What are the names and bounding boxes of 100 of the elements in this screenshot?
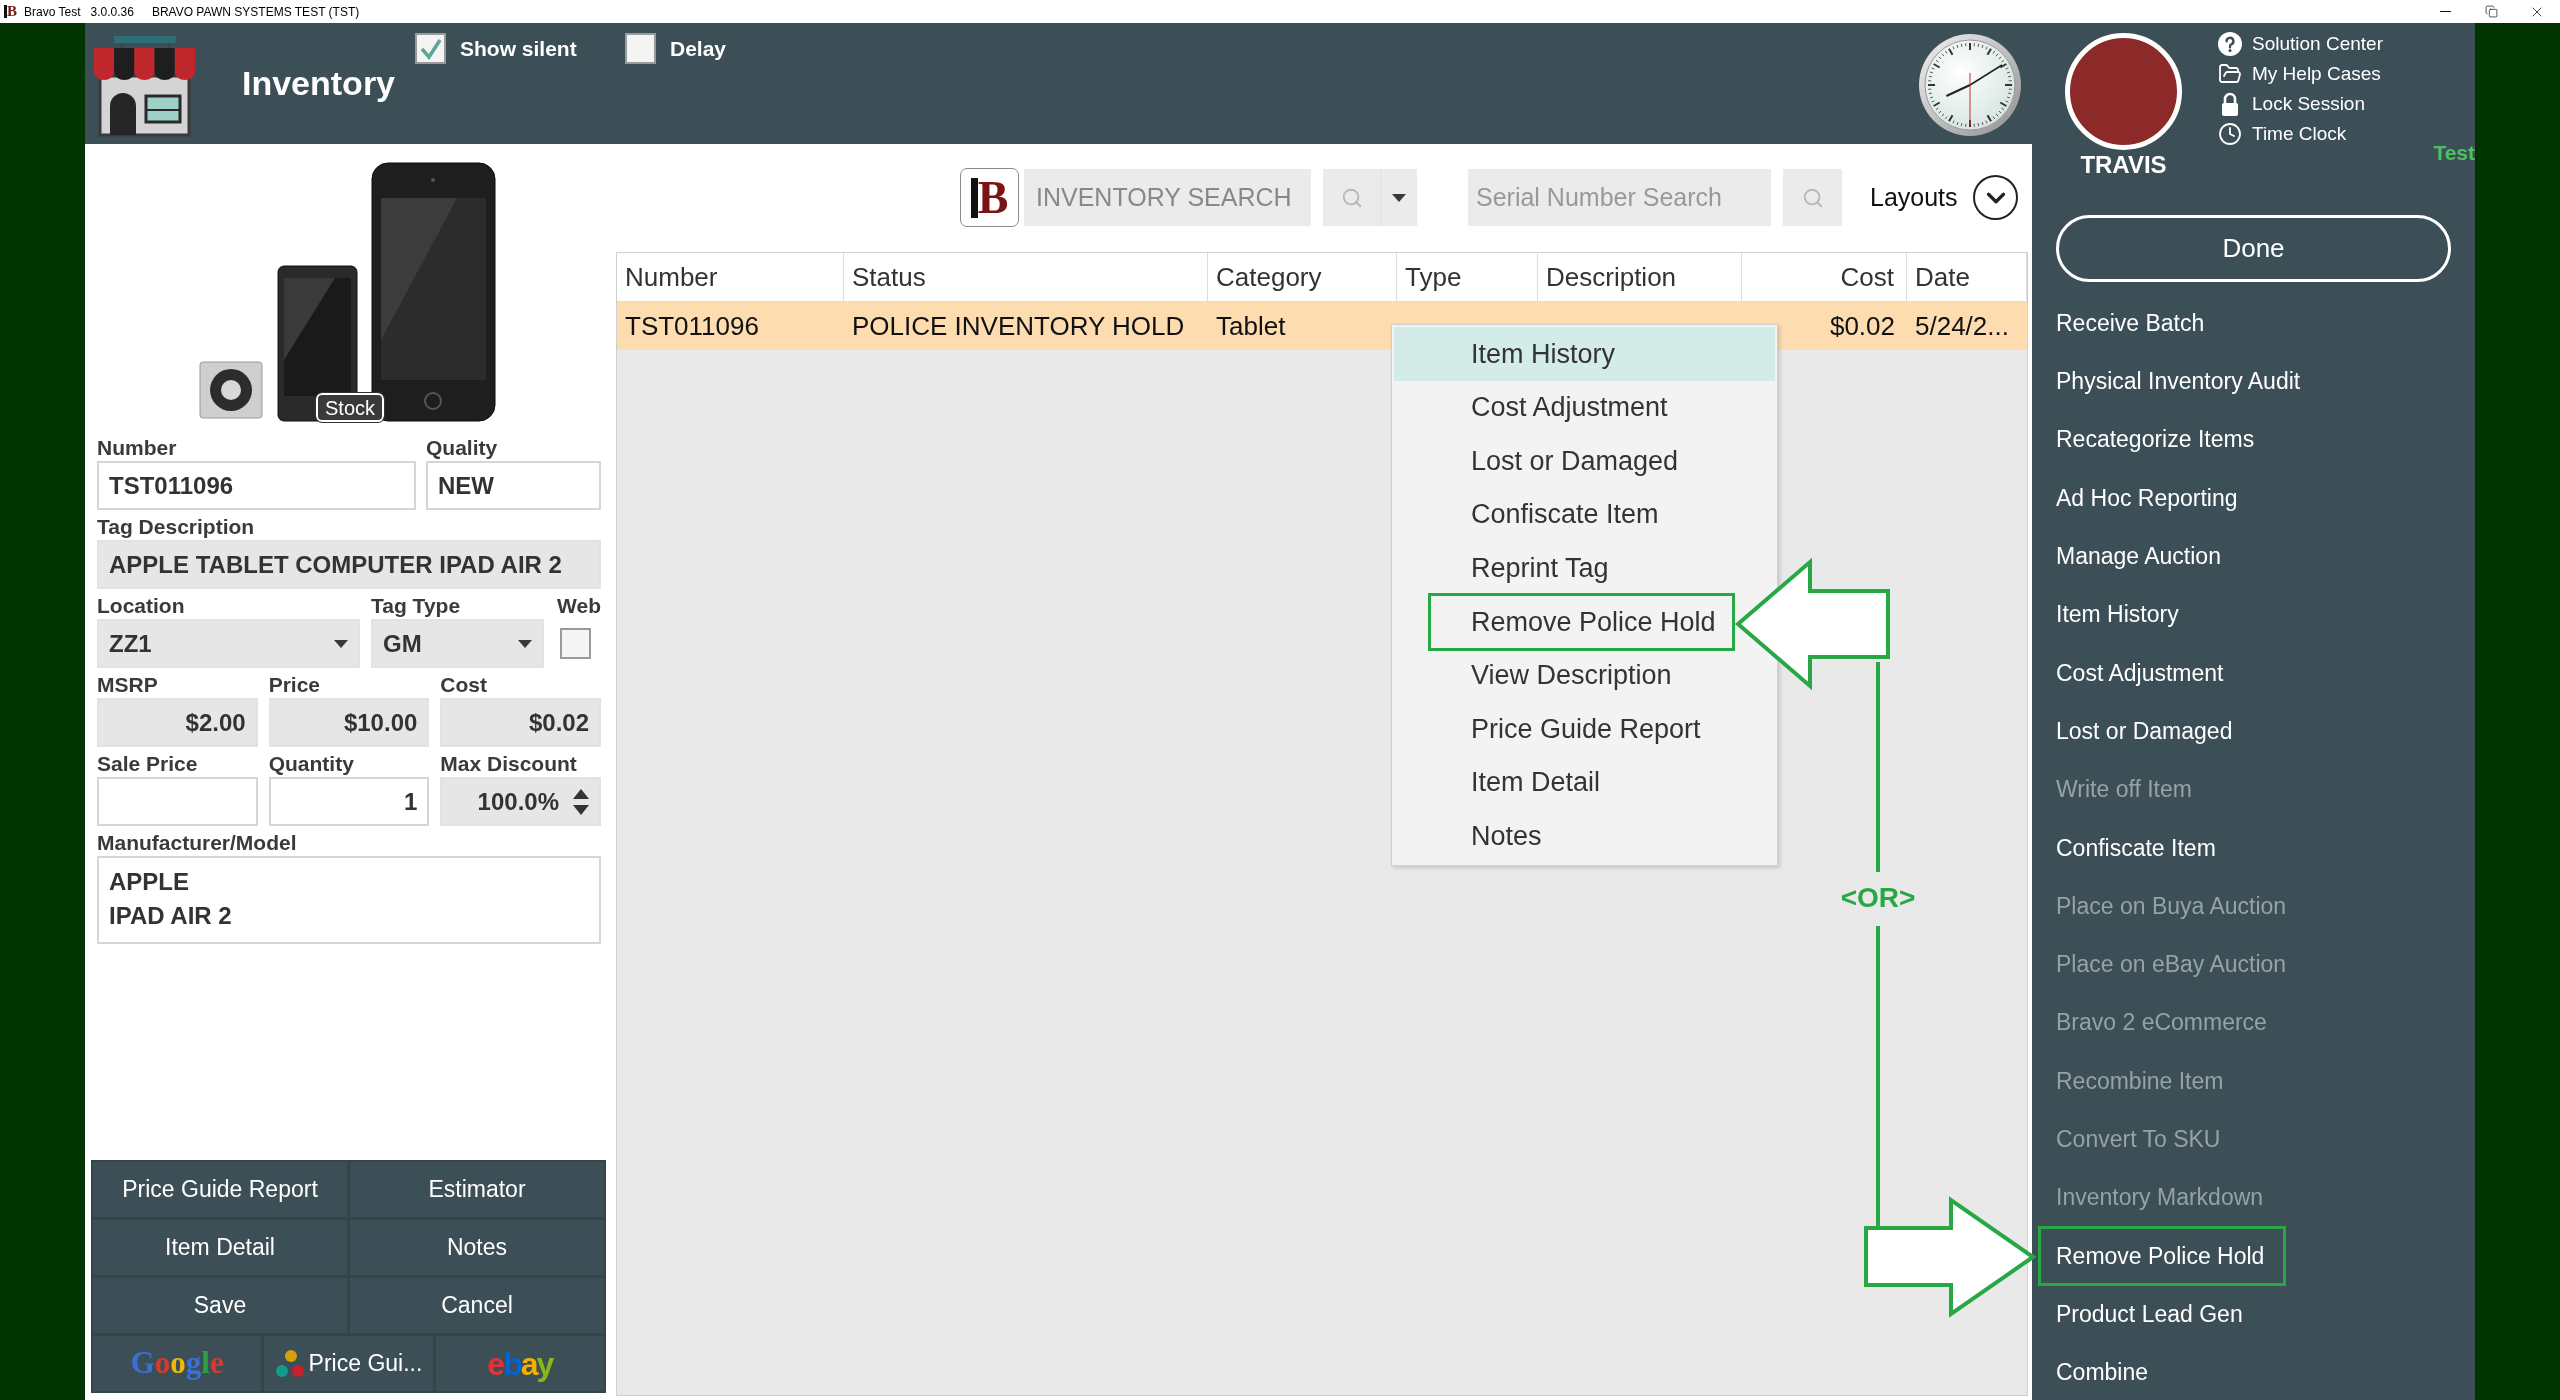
menu-item[interactable]: View Description <box>1394 648 1775 703</box>
minimize-icon <box>2439 11 2451 12</box>
field-label: Quantity <box>268 751 354 777</box>
sidebar-item[interactable]: Item History <box>2032 585 2475 644</box>
sidebar-item[interactable]: Ad Hoc Reporting <box>2032 468 2475 528</box>
sidebar-item[interactable]: Physical Inventory Audit <box>2032 352 2475 411</box>
menu-item[interactable]: Notes <box>1394 809 1775 863</box>
sidebar-item[interactable]: Recategorize Items <box>2032 410 2475 469</box>
menu-item[interactable]: Cost Adjustment <box>1394 380 1775 435</box>
text-area[interactable]: APPLE IPAD AIR 2 <box>97 856 601 944</box>
table-cell-text: POLICE INVENTORY HOLD <box>851 309 1186 343</box>
field-label: Tag Type <box>371 593 461 619</box>
app-logo: B <box>4 3 17 20</box>
action-button[interactable]: Cancel <box>350 1278 604 1333</box>
sidebar-item[interactable]: Product Lead Gen <box>2032 1285 2475 1344</box>
environment-label: Test <box>2433 141 2475 165</box>
help-link[interactable]: My Help Cases <box>2218 59 2383 89</box>
menu-item[interactable]: Price Guide Report <box>1394 702 1775 756</box>
app-name: Bravo Test <box>24 3 81 21</box>
search-icon <box>1801 186 1824 209</box>
menu-item[interactable]: Remove Police Hold <box>1394 594 1735 649</box>
text-field[interactable]: TST011096 <box>97 461 416 510</box>
column-header[interactable]: Type <box>1397 253 1538 301</box>
sidebar-item[interactable]: Remove Police Hold <box>2032 1226 2475 1286</box>
number-spinner-field[interactable]: 100.0% <box>440 777 601 826</box>
action-button[interactable]: Price Guide Report <box>93 1162 347 1217</box>
text-field[interactable]: $10.00 <box>268 698 430 747</box>
caret-down-icon <box>518 639 532 648</box>
sidebar-item[interactable]: Cost Adjustment <box>2032 643 2475 703</box>
clock-icon <box>2218 122 2242 146</box>
search-field[interactable]: Serial Number Search <box>1468 169 1771 226</box>
column-header[interactable]: Number <box>617 253 844 301</box>
checkbox-label: Delay <box>670 35 727 62</box>
text-field[interactable]: NEW <box>426 461 601 510</box>
caret-down-icon <box>334 639 348 648</box>
table-cell-text: 5/24/2... <box>1914 309 2010 343</box>
menu-item[interactable]: Reprint Tag <box>1394 541 1775 595</box>
column-header[interactable]: Date <box>1907 253 2027 301</box>
field-label: Manufacturer/Model <box>97 830 297 856</box>
app-version: 3.0.0.36 <box>90 3 134 21</box>
search-field[interactable]: INVENTORY SEARCH <box>1024 169 1311 226</box>
stock-badge: Stock <box>316 393 385 422</box>
field-label: Quality <box>426 435 498 461</box>
search-button[interactable] <box>1783 169 1842 226</box>
menu-item[interactable]: Item History <box>1394 327 1775 381</box>
menu-item[interactable]: Confiscate Item <box>1394 487 1775 542</box>
checkmark-icon <box>418 36 443 61</box>
menu-item[interactable]: Item Detail <box>1394 755 1775 810</box>
field-label: Max Discount <box>440 751 577 777</box>
sidebar-item[interactable]: Confiscate Item <box>2032 818 2475 877</box>
checkbox[interactable] <box>415 33 446 64</box>
system-name: BRAVO PAWN SYSTEMS TEST (TST) <box>151 3 360 21</box>
layouts-label: Layouts <box>1870 181 1958 213</box>
price-guide-button[interactable]: Price Gui... <box>264 1336 433 1391</box>
done-button[interactable]: Done <box>2056 215 2451 282</box>
checkbox[interactable] <box>625 33 656 64</box>
text-field[interactable]: $2.00 <box>97 698 258 747</box>
text-field[interactable]: APPLE TABLET COMPUTER IPAD AIR 2 <box>97 540 601 589</box>
menu-item[interactable]: Lost or Damaged <box>1394 434 1775 488</box>
field-label: Web <box>557 593 601 619</box>
google-button[interactable]: Google <box>93 1336 262 1391</box>
sidebar-item[interactable]: Receive Batch <box>2032 294 2475 353</box>
column-header[interactable]: Status <box>844 253 1208 301</box>
wall-clock-icon <box>1918 33 2022 137</box>
help-link[interactable]: Time Clock <box>2218 119 2383 149</box>
checkbox-label: Show silent <box>460 35 577 62</box>
expand-button[interactable] <box>1973 175 2018 220</box>
column-header[interactable]: Category <box>1208 253 1397 301</box>
sidebar-item[interactable]: Combine <box>2032 1343 2475 1400</box>
field-label: Cost <box>440 672 487 698</box>
action-button[interactable]: Estimator <box>350 1162 604 1217</box>
sidebar-item[interactable]: Lost or Damaged <box>2032 702 2475 761</box>
help-link[interactable]: Lock Session <box>2218 89 2383 119</box>
search-icon <box>1340 186 1363 209</box>
help-link[interactable]: Solution Center <box>2218 29 2383 59</box>
dropdown-field[interactable]: ZZ1 <box>97 619 360 668</box>
action-button[interactable]: Notes <box>350 1220 604 1275</box>
spinner-arrows-icon <box>573 788 589 815</box>
column-header[interactable]: Cost <box>1742 253 1907 301</box>
ebay-button[interactable]: ebay <box>435 1336 604 1391</box>
text-field[interactable]: 1 <box>268 777 430 826</box>
dropdown-field[interactable]: GM <box>371 619 544 668</box>
checkbox[interactable] <box>560 628 591 659</box>
help-icon <box>2218 32 2242 56</box>
action-button[interactable]: Item Detail <box>93 1220 347 1275</box>
folder-icon <box>2218 62 2242 86</box>
text-field[interactable]: $0.02 <box>440 698 601 747</box>
action-button[interactable]: Save <box>93 1278 347 1333</box>
page-title: Inventory <box>242 64 396 102</box>
field-label: MSRP <box>97 672 158 698</box>
user-name: TRAVIS <box>2080 150 2167 180</box>
text-field[interactable] <box>97 777 258 826</box>
caret-down-icon <box>1392 193 1406 202</box>
field-label: Number <box>97 435 177 461</box>
sidebar-item[interactable]: Manage Auction <box>2032 527 2475 586</box>
dropdown-button[interactable] <box>1380 169 1417 226</box>
column-header[interactable]: Description <box>1538 253 1742 301</box>
restore-icon <box>2484 5 2498 18</box>
table-cell-text: TST011096 <box>624 309 760 343</box>
app-logo: B <box>960 168 1019 227</box>
